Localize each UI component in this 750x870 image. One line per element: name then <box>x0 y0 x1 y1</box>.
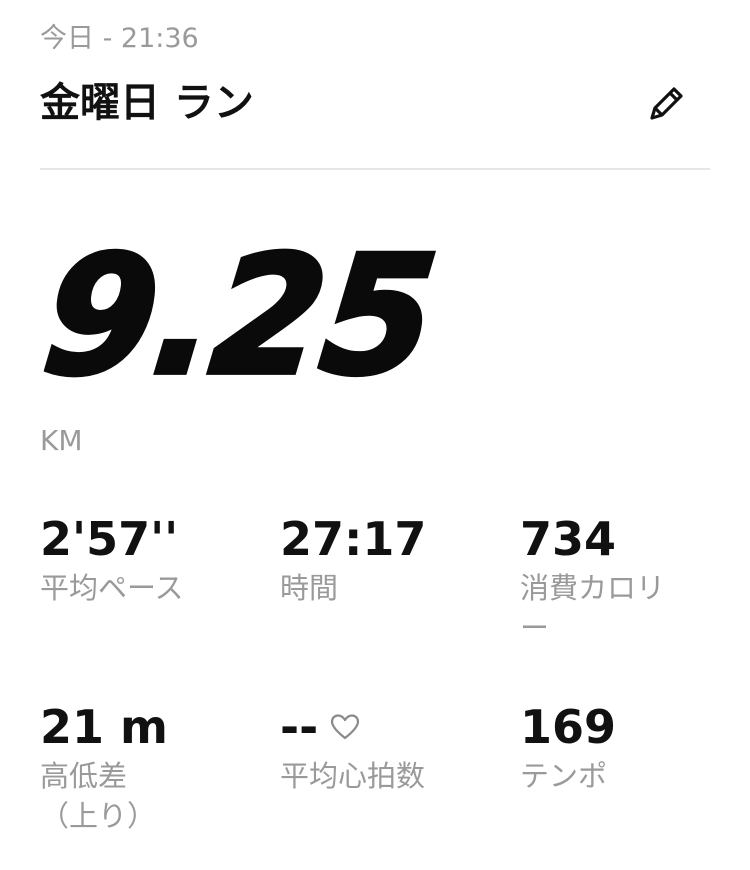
stat-label: 高低差（上り） <box>40 759 157 833</box>
stat-average-pace: 2'57'' 平均ペース <box>40 512 240 608</box>
stat-label: 平均ペース <box>40 571 184 605</box>
stat-value: 2'57'' <box>40 512 179 566</box>
stat-duration: 27:17 時間 <box>280 512 480 608</box>
stat-label: 時間 <box>280 571 339 605</box>
stat-value: 21 m <box>40 700 168 754</box>
pencil-icon <box>650 87 683 120</box>
stat-calories: 734 消費カロリー <box>520 512 690 648</box>
stat-value: 169 <box>520 700 617 754</box>
stat-label: 消費カロリー <box>520 571 666 645</box>
activity-title: 金曜日 ラン <box>40 80 254 126</box>
distance-value: 9.25 <box>33 218 445 414</box>
heart-icon <box>331 714 360 740</box>
stat-average-heart-rate: -- 平均心拍数 <box>280 700 480 796</box>
stat-value: 27:17 <box>280 512 427 566</box>
edit-button[interactable] <box>642 80 690 128</box>
stat-value: -- <box>280 700 319 754</box>
stat-elevation-gain: 21 m 高低差（上り） <box>40 700 170 836</box>
activity-header: 今日 - 21:36 金曜日 ラン <box>40 22 710 126</box>
distance-unit: KM <box>40 424 83 457</box>
stat-value: 734 <box>520 512 617 566</box>
stat-cadence: 169 テンポ <box>520 700 690 796</box>
stat-label: テンポ <box>520 759 608 793</box>
stat-label: 平均心拍数 <box>280 759 426 793</box>
stat-value-row: -- <box>280 700 480 754</box>
activity-date: 今日 - 21:36 <box>40 23 199 54</box>
header-divider <box>40 168 710 170</box>
